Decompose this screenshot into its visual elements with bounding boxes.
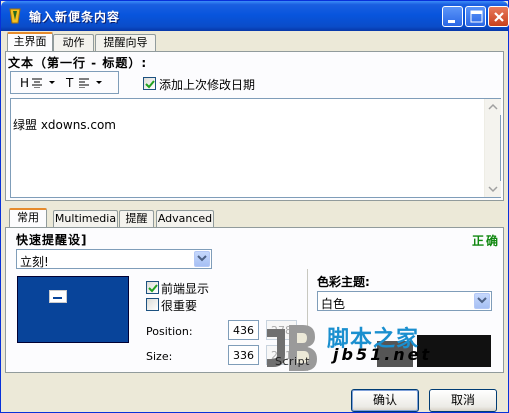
watermark-domain-text: jb51.net bbox=[333, 345, 433, 364]
size-label: Size: bbox=[146, 350, 173, 363]
text-section-label: 文本（第一行 - 标题）: bbox=[8, 56, 148, 70]
tab-advanced[interactable]: Advanced bbox=[156, 210, 214, 227]
scroll-down-button[interactable] bbox=[485, 181, 501, 197]
tab-main[interactable]: 主界面 bbox=[7, 32, 53, 51]
important-label: 很重要 bbox=[161, 299, 198, 313]
chevron-down-icon bbox=[477, 297, 487, 304]
color-theme-value: 白色 bbox=[321, 297, 346, 311]
add-date-checkbox[interactable] bbox=[143, 77, 156, 90]
reminder-status-text: 正确 bbox=[472, 234, 501, 248]
tab-multimedia[interactable]: Multimedia bbox=[53, 210, 118, 227]
title-bar[interactable]: 输入新便条内容 bbox=[1, 1, 509, 31]
text-style-button[interactable]: T bbox=[66, 76, 73, 90]
quick-reminder-label: 快速提醒设] bbox=[16, 233, 88, 247]
maximize-button[interactable] bbox=[465, 6, 486, 27]
size-width-input[interactable]: 336 bbox=[228, 345, 259, 365]
ok-button[interactable]: 确认 bbox=[351, 389, 419, 412]
align-center-icon bbox=[32, 78, 42, 88]
quick-reminder-dropdown-button[interactable] bbox=[194, 251, 210, 267]
format-toolbar: H T bbox=[10, 71, 119, 94]
chevron-down-icon bbox=[197, 255, 207, 262]
window-title: 输入新便条内容 bbox=[29, 10, 121, 24]
scroll-up-button[interactable] bbox=[485, 99, 501, 115]
tab-reminder-wizard[interactable]: 提醒向导 bbox=[95, 34, 156, 51]
heading-dropdown-icon[interactable] bbox=[49, 81, 55, 84]
add-date-label: 添加上次修改日期 bbox=[159, 78, 256, 92]
note-preview-icon bbox=[49, 290, 67, 303]
site-watermark: 脚本之家 jb51.net Script bbox=[263, 319, 503, 375]
note-text-input[interactable]: 绿盟 xdowns.com bbox=[10, 98, 501, 198]
minimize-button[interactable] bbox=[442, 6, 463, 27]
note-preview bbox=[17, 276, 129, 343]
heading-style-button[interactable]: H bbox=[20, 76, 29, 90]
maximize-icon bbox=[470, 10, 483, 23]
position-x-input[interactable]: 436 bbox=[228, 320, 259, 340]
checkmark-icon bbox=[148, 284, 158, 293]
align-left-icon bbox=[79, 78, 89, 88]
text-dropdown-icon[interactable] bbox=[96, 81, 102, 84]
close-icon bbox=[494, 12, 504, 22]
app-icon bbox=[9, 8, 21, 24]
minimize-icon bbox=[448, 20, 455, 23]
tab-reminder[interactable]: 提醒 bbox=[119, 210, 154, 227]
watermark-script-text: Script bbox=[275, 355, 310, 368]
quick-reminder-value: 立刻! bbox=[20, 255, 49, 269]
chevron-down-icon bbox=[488, 186, 498, 193]
cancel-button[interactable]: 取消 bbox=[429, 389, 497, 412]
tab-action[interactable]: 动作 bbox=[53, 34, 94, 51]
checkmark-icon bbox=[145, 80, 155, 89]
important-checkbox[interactable] bbox=[146, 298, 159, 311]
quick-reminder-select[interactable]: 立刻! bbox=[16, 249, 212, 269]
front-display-label: 前端显示 bbox=[161, 282, 210, 296]
position-label: Position: bbox=[146, 325, 193, 338]
vertical-scrollbar[interactable] bbox=[484, 99, 501, 197]
front-display-checkbox[interactable] bbox=[146, 281, 159, 294]
color-theme-select[interactable]: 白色 bbox=[317, 291, 492, 311]
color-theme-label: 色彩主题: bbox=[317, 275, 370, 289]
close-button[interactable] bbox=[488, 6, 509, 27]
note-editor-window: 输入新便条内容 主界面 动作 提醒向导 文本（第一行 - 标题）: H T 添加… bbox=[0, 0, 509, 413]
chevron-up-icon bbox=[488, 103, 498, 110]
tab-common[interactable]: 常用 bbox=[9, 208, 47, 227]
note-text-content: 绿盟 xdowns.com bbox=[13, 118, 116, 132]
color-theme-dropdown-button[interactable] bbox=[474, 293, 490, 309]
